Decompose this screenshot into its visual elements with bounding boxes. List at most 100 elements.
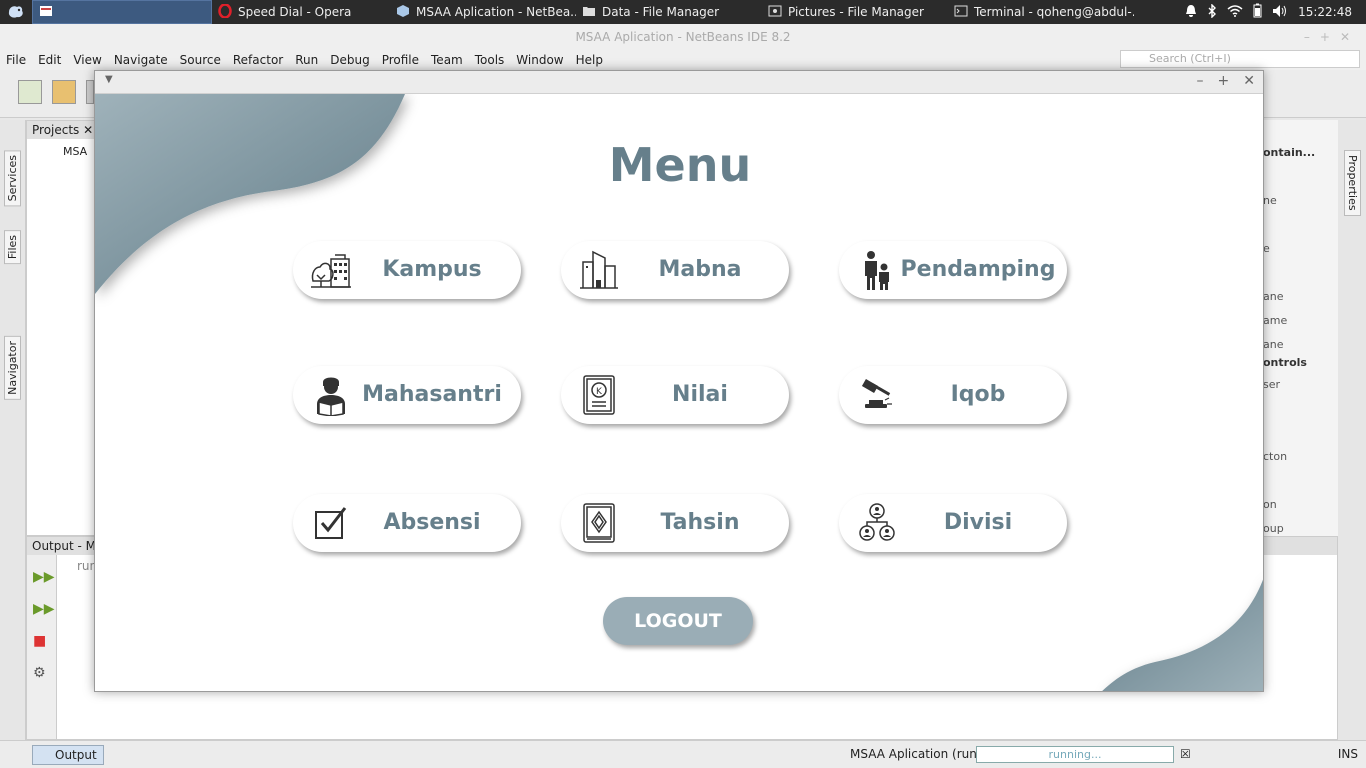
rerun-with-params-icon[interactable]: ▶▶	[33, 601, 55, 619]
wifi-icon[interactable]	[1227, 4, 1243, 20]
menu-card-label: Iqob	[950, 382, 1006, 407]
insert-mode-indicator: INS	[1337, 747, 1358, 761]
menu-card-label: Pendamping	[900, 257, 1056, 282]
start-menu-icon[interactable]	[0, 0, 32, 24]
bluetooth-icon[interactable]	[1207, 2, 1217, 21]
taskbar-item-file-manager-pictures[interactable]: Pictures - File Manager	[762, 0, 948, 24]
right-side-rail: Properties	[1338, 120, 1366, 740]
new-file-button[interactable]	[18, 80, 42, 104]
menu-card-divisi[interactable]: Divisi	[839, 494, 1067, 552]
projects-tab[interactable]: Projects	[32, 123, 79, 137]
menu-card-label: Divisi	[943, 510, 1013, 535]
taskbar-item-terminal[interactable]: Terminal - qoheng@abdul-...	[948, 0, 1134, 24]
palette-item[interactable]: ne	[1263, 194, 1277, 207]
palette-item[interactable]: on	[1263, 498, 1277, 511]
open-project-button[interactable]	[86, 80, 94, 104]
cancel-run-icon[interactable]: ☒	[1180, 747, 1191, 761]
ide-menu-bar: File Edit View Navigate Source Refactor …	[0, 50, 1366, 70]
output-toggle-label: Output	[55, 748, 97, 762]
palette-item[interactable]: e	[1263, 242, 1270, 255]
menu-team[interactable]: Team	[425, 53, 469, 67]
files-tab[interactable]: Files	[4, 230, 21, 265]
taskbar-item-java-app[interactable]	[32, 0, 212, 24]
rerun-icon[interactable]: ▶▶	[33, 569, 55, 587]
properties-tab[interactable]: Properties	[1344, 150, 1361, 216]
palette-item[interactable]: ser	[1263, 378, 1280, 391]
volume-icon[interactable]	[1272, 4, 1288, 21]
stop-icon[interactable]: ■	[33, 633, 51, 651]
clock[interactable]: 15:22:48	[1298, 5, 1352, 19]
palette-item[interactable]: ane	[1263, 290, 1283, 303]
menu-run[interactable]: Run	[289, 53, 324, 67]
java-icon	[39, 4, 53, 21]
close-icon[interactable]: ✕	[1243, 73, 1255, 89]
menu-card-label: Kampus	[382, 257, 482, 282]
menu-card-kampus[interactable]: Kampus	[293, 241, 521, 299]
menu-file[interactable]: File	[0, 53, 32, 67]
output-tab[interactable]: Output - M	[32, 539, 96, 553]
menu-window[interactable]: Window	[510, 53, 569, 67]
menu-card-nilai[interactable]: K Nilai	[561, 366, 789, 424]
services-tab[interactable]: Services	[4, 150, 21, 207]
menu-profile[interactable]: Profile	[376, 53, 425, 67]
menu-navigate[interactable]: Navigate	[108, 53, 174, 67]
menu-source[interactable]: Source	[174, 53, 227, 67]
grade-book-icon: K	[577, 373, 621, 417]
menu-card-label: Nilai	[672, 382, 728, 407]
menu-card-label: Mabna	[658, 257, 742, 282]
output-toggle-button[interactable]: Output	[32, 745, 104, 765]
window-menu-icon[interactable]: ▼	[105, 74, 113, 85]
menu-card-tahsin[interactable]: Tahsin	[561, 494, 789, 552]
menu-edit[interactable]: Edit	[32, 53, 67, 67]
ide-search-input[interactable]: Search (Ctrl+I)	[1120, 50, 1360, 68]
app-window: ▼ – + ✕ Menu Kampus Mabna Pendamping Mah…	[94, 70, 1264, 692]
org-chart-icon	[855, 501, 899, 545]
menu-card-absensi[interactable]: Absensi	[293, 494, 521, 552]
folder-icon	[582, 5, 596, 20]
run-progress-bar: running...	[976, 746, 1174, 763]
menu-card-mabna[interactable]: Mabna	[561, 241, 789, 299]
run-status-label: MSAA Aplication (run)	[850, 747, 982, 761]
menu-card-pendamping[interactable]: Pendamping	[839, 241, 1067, 299]
palette-item[interactable]: oup	[1263, 522, 1284, 535]
opera-icon	[218, 2, 232, 21]
menu-tools[interactable]: Tools	[469, 53, 511, 67]
page-title: Menu	[608, 138, 752, 192]
system-tray: 15:22:48	[1185, 2, 1366, 21]
menu-help[interactable]: Help	[570, 53, 609, 67]
window-title: MSAA Aplication - NetBeans IDE 8.2	[575, 30, 791, 44]
settings-icon[interactable]: ⚙	[33, 665, 51, 683]
battery-icon[interactable]	[1253, 3, 1262, 21]
new-project-button[interactable]	[52, 80, 76, 104]
checkbox-icon	[309, 501, 353, 545]
quran-icon	[577, 501, 621, 545]
menu-card-mahasantri[interactable]: Mahasantri	[293, 366, 521, 424]
palette-item[interactable]: ame	[1263, 314, 1287, 327]
palette-item[interactable]: ontrols	[1263, 356, 1307, 369]
palette-item[interactable]: ontain...	[1263, 146, 1315, 159]
menu-debug[interactable]: Debug	[324, 53, 375, 67]
taskbar-item-netbeans[interactable]: MSAA Aplication - NetBea...	[390, 0, 576, 24]
menu-card-label: Mahasantri	[362, 382, 502, 407]
window-controls[interactable]: –+✕	[1304, 24, 1360, 50]
palette-item[interactable]: ane	[1263, 338, 1283, 351]
menu-view[interactable]: View	[67, 53, 107, 67]
menu-refactor[interactable]: Refactor	[227, 53, 289, 67]
project-root[interactable]: MSA	[27, 139, 95, 158]
taskbar-item-label: Terminal - qoheng@abdul-...	[974, 5, 1134, 19]
taskbar-item-label: Data - File Manager	[602, 5, 720, 19]
menu-canvas: Menu Kampus Mabna Pendamping Mahasantri …	[95, 94, 1263, 691]
output-toolbar: ▶▶ ▶▶ ■ ⚙	[27, 555, 57, 739]
bell-icon[interactable]	[1185, 4, 1197, 21]
logout-button[interactable]: LOGOUT	[603, 597, 753, 645]
taskbar-item-file-manager-data[interactable]: Data - File Manager	[576, 0, 762, 24]
navigator-tab[interactable]: Navigator	[4, 336, 21, 400]
menu-card-label: Tahsin	[660, 510, 740, 535]
gavel-icon	[855, 373, 899, 417]
menu-card-iqob[interactable]: Iqob	[839, 366, 1067, 424]
app-title-bar: ▼ – + ✕	[95, 71, 1263, 94]
taskbar-item-opera[interactable]: Speed Dial - Opera	[212, 0, 390, 24]
minimize-icon[interactable]: –	[1197, 73, 1204, 89]
palette-item[interactable]: cton	[1263, 450, 1287, 463]
maximize-icon[interactable]: +	[1218, 73, 1230, 89]
